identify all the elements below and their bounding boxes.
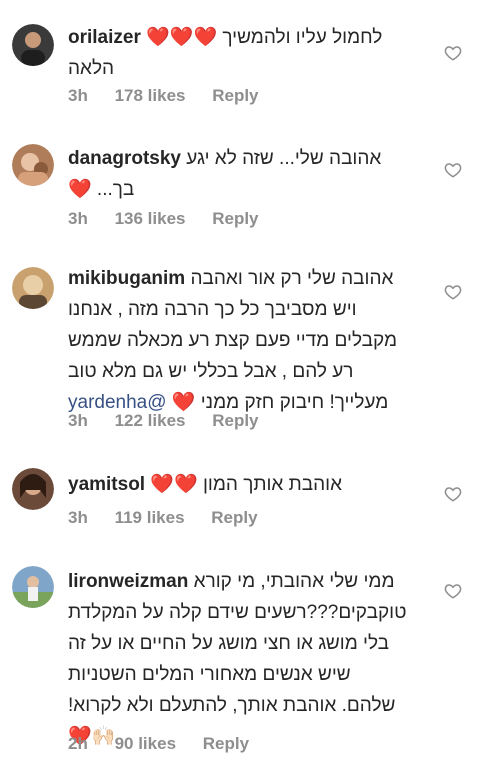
reply-button[interactable]: Reply [211,508,257,527]
comment-body: אוהבת אותך המון ❤️❤️ [150,474,343,495]
avatar[interactable] [12,566,54,608]
comment-body-line: בך... ❤️ [68,179,135,200]
comment-meta: 2h 90 likes Reply [68,734,271,754]
comment-body-line: רע להם , אבל בכללי יש גם מלא טוב [68,361,354,382]
heart-icon[interactable] [444,44,462,62]
comment-meta: 3h 122 likes Reply [68,411,281,431]
comment-time: 3h [68,209,88,228]
comment-meta: 3h 178 likes Reply [68,86,281,106]
avatar[interactable] [12,24,54,66]
heart-icon[interactable] [444,161,462,179]
comment-time: 3h [68,508,88,527]
reply-button[interactable]: Reply [212,411,258,430]
comment-body-line: בלי מושג או חצי מושג על החיים או על זה [68,633,390,654]
comment-body-line: מקבלים מדיי פעם קצת רע מכאלה שממש [68,330,398,351]
comment-meta: 3h 119 likes Reply [68,508,280,528]
comment-body: לחמול עליו ולהמשיך ❤️❤️❤️ [146,27,383,48]
avatar[interactable] [12,468,54,510]
comment-time: 3h [68,411,88,430]
username[interactable]: orilaizer [68,27,141,48]
comment-body-line: שיש אנשים מאחורי המלים השטניות [68,664,351,685]
comment-time: 3h [68,86,88,105]
comment-body-line: שלהם. אוהבת אותך, להתעלם ולא לקרוא! [68,695,396,716]
comment-body: אהובה שלי... שזה לא יגע [186,148,382,169]
username[interactable]: lironweizman [68,571,188,592]
likes-count[interactable]: 122 likes [115,411,186,430]
comment-body-line: ויש מסביבך כל כך הרבה מזה , אנחנו [68,299,357,320]
avatar[interactable] [12,267,54,309]
likes-count[interactable]: 136 likes [115,209,186,228]
reply-button[interactable]: Reply [203,734,249,753]
reply-button[interactable]: Reply [212,209,258,228]
comment-body-line: הלאה [68,58,115,79]
comment-body: אהובה שלי רק אור ואהבה [190,268,394,289]
comment-body-line: טוקבקים???רשעים שידם קלה על המקלדת [68,602,407,623]
comment-body: ממי שלי אהובתי, מי קורא [193,571,395,592]
heart-icon[interactable] [444,485,462,503]
comment-text: yamitsol אוהבת אותך המון ❤️❤️ [68,469,428,500]
reply-button[interactable]: Reply [212,86,258,105]
username[interactable]: yamitsol [68,474,145,495]
heart-icon[interactable] [444,283,462,301]
likes-count[interactable]: 90 likes [115,734,176,753]
comment-time: 2h [68,734,88,753]
comment-text: orilaizer לחמול עליו ולהמשיך ❤️❤️❤️ הלאה [68,22,428,84]
likes-count[interactable]: 178 likes [115,86,186,105]
likes-count[interactable]: 119 likes [115,508,185,527]
avatar[interactable] [12,144,54,186]
comment-text: lironweizman ממי שלי אהובתי, מי קורא טוק… [68,566,428,752]
comment-text: mikibuganim אהובה שלי רק אור ואהבה ויש מ… [68,263,428,418]
comment-body-line: מעלייך! חיבוק חזק ממני ❤️ [171,392,389,413]
username[interactable]: danagrotsky [68,148,181,169]
comment-meta: 3h 136 likes Reply [68,209,281,229]
comment-text: danagrotsky אהובה שלי... שזה לא יגע בך..… [68,143,428,205]
mention-link[interactable]: @yardenha [68,392,167,413]
heart-icon[interactable] [444,582,462,600]
username[interactable]: mikibuganim [68,268,185,289]
